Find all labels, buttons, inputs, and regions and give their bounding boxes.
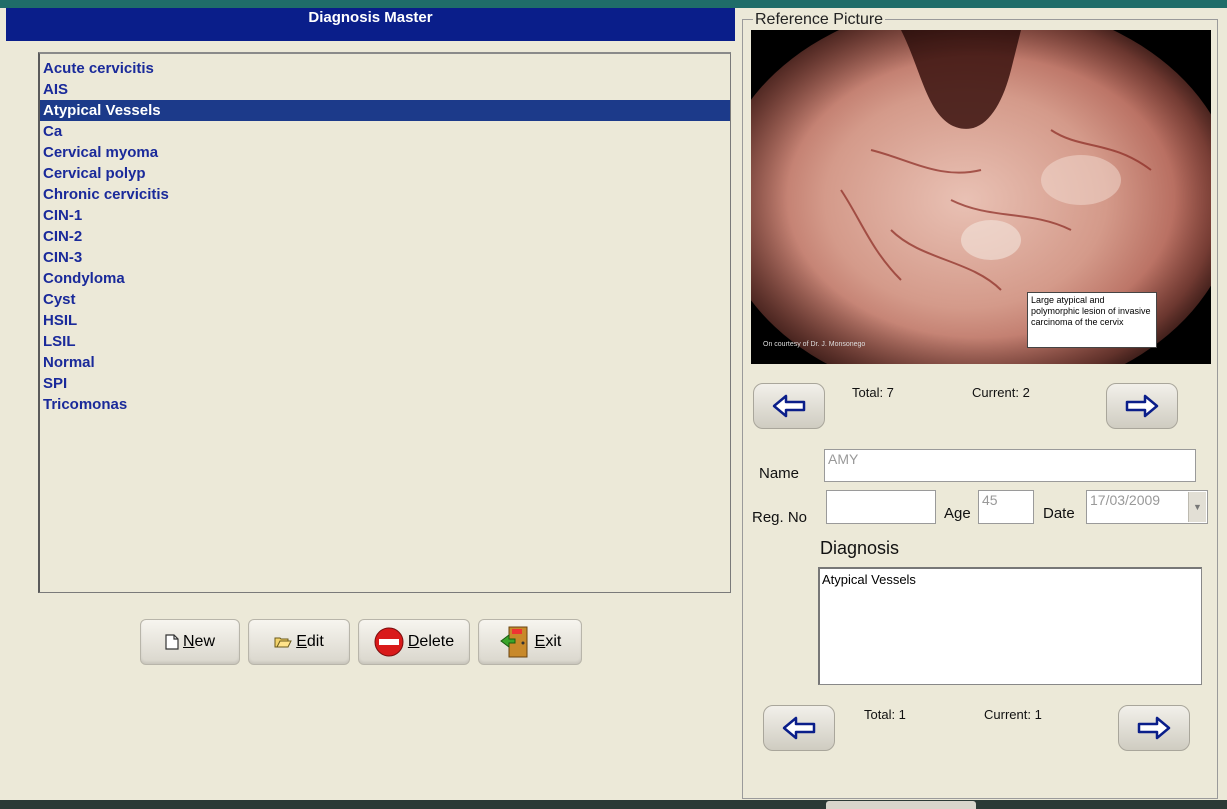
age-field[interactable]: 45	[978, 490, 1034, 524]
age-label: Age	[944, 505, 971, 522]
diagnosis-list-items: Acute cervicitis AIS Atypical Vessels Ca Cer…	[40, 54, 730, 415]
reference-picture-legend: Reference Picture	[753, 11, 886, 29]
arrow-right-icon	[1137, 716, 1171, 740]
date-value: 17/03/2009	[1090, 492, 1161, 508]
diagnosis-textarea[interactable]: Atypical Vessels	[818, 567, 1202, 685]
name-field[interactable]: AMY	[824, 449, 1196, 482]
new-document-icon	[165, 634, 179, 650]
list-item[interactable]: AIS	[40, 79, 730, 100]
edit-button-label: Edit	[296, 633, 324, 650]
list-item[interactable]: Cervical polyp	[40, 163, 730, 184]
name-label: Name	[759, 465, 800, 482]
list-item[interactable]: Ca	[40, 121, 730, 142]
list-item[interactable]: CIN-2	[40, 226, 730, 247]
list-item[interactable]: CIN-1	[40, 205, 730, 226]
list-item[interactable]: Condyloma	[40, 268, 730, 289]
diagnosis-list[interactable]: Acute cervicitis AIS Atypical Vessels Ca Cer…	[38, 52, 731, 593]
reference-prev-button[interactable]	[753, 383, 825, 429]
list-item[interactable]: Normal	[40, 352, 730, 373]
arrow-left-icon	[772, 394, 806, 418]
arrow-left-icon	[782, 716, 816, 740]
list-item[interactable]: Atypical Vessels	[40, 100, 730, 121]
list-item[interactable]: SPI	[40, 373, 730, 394]
diagnosis-label: Diagnosis	[820, 538, 900, 558]
delete-button-label: Delete	[407, 633, 455, 650]
taskbar-tab[interactable]	[826, 801, 976, 809]
image-credit: On courtesy of Dr. J. Monsonego	[763, 341, 866, 348]
reference-total: Total: 7	[852, 385, 894, 400]
list-item[interactable]: Chronic cervicitis	[40, 184, 730, 205]
list-item[interactable]: Acute cervicitis	[40, 58, 730, 79]
list-item[interactable]: Cervical myoma	[40, 142, 730, 163]
date-label: Date	[1043, 505, 1075, 522]
regno-field[interactable]	[826, 490, 936, 524]
panel-title: Diagnosis Master	[6, 8, 735, 41]
new-button[interactable]: New	[140, 619, 240, 665]
exit-button[interactable]: Exit	[478, 619, 582, 665]
list-item[interactable]: CIN-3	[40, 247, 730, 268]
list-item[interactable]: LSIL	[40, 331, 730, 352]
taskbar-strip	[0, 800, 1227, 809]
record-total: Total: 1	[864, 707, 906, 722]
window-top-strip	[0, 0, 1227, 8]
list-item[interactable]: HSIL	[40, 310, 730, 331]
record-next-button[interactable]	[1118, 705, 1190, 751]
reference-next-button[interactable]	[1106, 383, 1178, 429]
record-current: Current: 1	[984, 707, 1042, 722]
delete-button[interactable]: Delete	[358, 619, 470, 665]
reference-picture: Large atypical and polymorphic lesion of…	[751, 30, 1211, 364]
no-entry-icon	[374, 627, 404, 657]
edit-button[interactable]: Edit	[248, 619, 350, 665]
date-dropdown[interactable]: 17/03/2009 ▼	[1086, 490, 1208, 524]
exit-button-label: Exit	[534, 633, 562, 650]
list-item[interactable]: Tricomonas	[40, 394, 730, 415]
open-folder-icon	[274, 637, 293, 648]
new-button-label: New	[182, 633, 215, 650]
reference-current: Current: 2	[972, 385, 1030, 400]
image-caption: Large atypical and polymorphic lesion of…	[1027, 292, 1157, 348]
arrow-right-icon	[1125, 394, 1159, 418]
regno-label: Reg. No	[752, 509, 808, 526]
exit-door-icon	[499, 626, 528, 658]
record-prev-button[interactable]	[763, 705, 835, 751]
list-item[interactable]: Cyst	[40, 289, 730, 310]
chevron-down-icon[interactable]: ▼	[1188, 492, 1206, 522]
